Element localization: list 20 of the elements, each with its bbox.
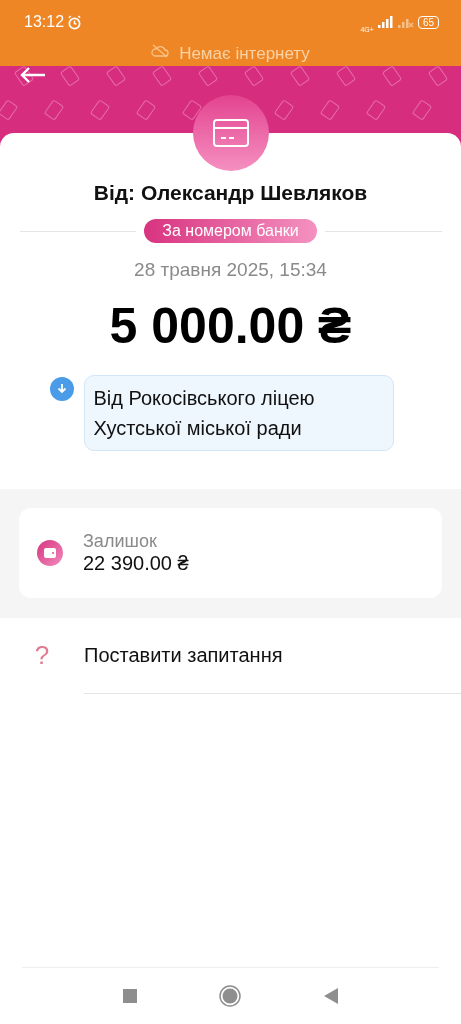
- sender-name: Від: Олександр Шевляков: [93, 181, 368, 205]
- comment-icon: [49, 377, 74, 401]
- home-button[interactable]: [219, 984, 242, 1007]
- back-nav-button[interactable]: [323, 987, 338, 1004]
- recents-button[interactable]: [123, 988, 138, 1003]
- balance-label: Залишок: [83, 531, 158, 552]
- battery-level: 65: [417, 15, 439, 29]
- transfer-date: 28 травня 2025, 15:34: [134, 259, 327, 281]
- balance-value: 22 390.00 ₴: [83, 552, 189, 575]
- offline-text: Немає інтернету: [179, 44, 310, 64]
- alarm-icon: [67, 14, 83, 30]
- signal-icon: [397, 16, 414, 28]
- cloud-off-icon: [151, 44, 170, 58]
- comment-bubble: Від Рокосівського ліцею Хустської міської ради: [83, 375, 394, 451]
- question-icon: ?: [0, 640, 84, 671]
- status-time: 13:12: [24, 13, 65, 31]
- transfer-amount: 5 000.00 ₴: [109, 297, 352, 355]
- wallet-icon: [37, 540, 63, 566]
- action-item[interactable]: ? Поставити запитання: [0, 618, 461, 693]
- signal-icon: [377, 16, 394, 28]
